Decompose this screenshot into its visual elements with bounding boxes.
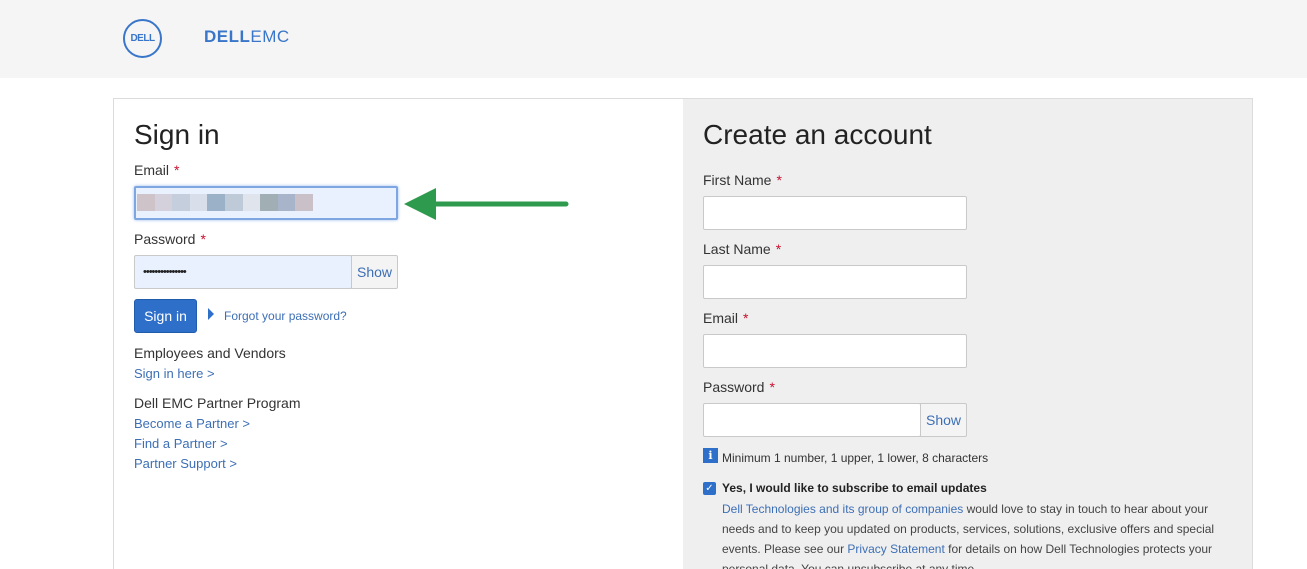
dell-logo[interactable]: DELL — [123, 19, 162, 58]
employees-heading: Employees and Vendors — [134, 345, 286, 361]
signin-title: Sign in — [134, 119, 220, 150]
signin-email-label: Email * — [134, 162, 179, 178]
first-name-input[interactable] — [703, 196, 967, 230]
redacted-email-value — [137, 194, 313, 211]
first-name-label: First Name * — [703, 172, 782, 188]
redacted-block — [189, 194, 208, 211]
required-mark: * — [174, 162, 180, 178]
redacted-block — [277, 194, 296, 211]
required-mark: * — [200, 231, 206, 247]
create-email-label-text: Email — [703, 310, 739, 326]
find-partner-link[interactable]: Find a Partner > — [134, 436, 228, 451]
create-password-input[interactable] — [703, 403, 921, 437]
last-name-label: Last Name * — [703, 241, 781, 257]
create-account-title: Create an account — [703, 119, 932, 150]
required-mark: * — [743, 310, 749, 326]
create-show-password-button[interactable]: Show — [920, 403, 967, 437]
last-name-input[interactable] — [703, 265, 967, 299]
required-mark: * — [775, 241, 782, 257]
signin-password-label: Password * — [134, 231, 206, 247]
redacted-block — [260, 194, 278, 211]
redacted-block — [242, 194, 261, 211]
redacted-block — [154, 194, 173, 211]
subscribe-checkbox[interactable]: ✓ — [703, 482, 716, 495]
required-mark: * — [769, 379, 775, 395]
redacted-block — [295, 194, 313, 211]
signin-show-password-button[interactable]: Show — [351, 255, 398, 289]
partner-support-link[interactable]: Partner Support > — [134, 456, 237, 471]
required-mark: * — [776, 172, 782, 188]
become-partner-link[interactable]: Become a Partner > — [134, 416, 250, 431]
last-name-label-text: Last Name — [703, 241, 771, 257]
redacted-block — [224, 194, 243, 211]
first-name-label-text: First Name — [703, 172, 772, 188]
redacted-block — [207, 194, 225, 211]
signin-password-label-text: Password — [134, 231, 196, 247]
dellemc-logo-bold: DELL — [204, 27, 251, 46]
create-password-label: Password * — [703, 379, 775, 395]
signin-password-input[interactable]: ••••••••••••••• — [134, 255, 352, 289]
create-email-label: Email * — [703, 310, 748, 326]
create-password-label-text: Password — [703, 379, 765, 395]
partner-heading: Dell EMC Partner Program — [134, 395, 301, 411]
subscribe-label[interactable]: Yes, I would like to subscribe to email … — [722, 481, 987, 495]
dellemc-logo-light: EMC — [250, 27, 290, 46]
dell-logo-text: DELL — [130, 33, 155, 44]
green-arrow-icon — [404, 188, 569, 220]
signin-email-label-text: Email — [134, 162, 170, 178]
employees-signin-link[interactable]: Sign in here > — [134, 366, 215, 381]
signin-button[interactable]: Sign in — [134, 299, 197, 333]
forgot-password-link[interactable]: Forgot your password? — [224, 309, 347, 323]
create-email-input[interactable] — [703, 334, 967, 368]
privacy-paragraph: Dell Technologies and its group of compa… — [722, 499, 1242, 569]
privacy-statement-link[interactable]: Privacy Statement — [847, 542, 944, 556]
redacted-block — [137, 194, 155, 211]
top-header: DELL DELLEMC — [0, 0, 1307, 78]
dell-companies-link[interactable]: Dell Technologies and its group of compa… — [722, 502, 963, 516]
password-hint: Minimum 1 number, 1 upper, 1 lower, 8 ch… — [722, 451, 989, 465]
caret-right-icon — [208, 308, 214, 320]
dellemc-logo[interactable]: DELLEMC — [204, 27, 290, 47]
info-icon: i — [703, 448, 718, 463]
redacted-block — [172, 194, 190, 211]
